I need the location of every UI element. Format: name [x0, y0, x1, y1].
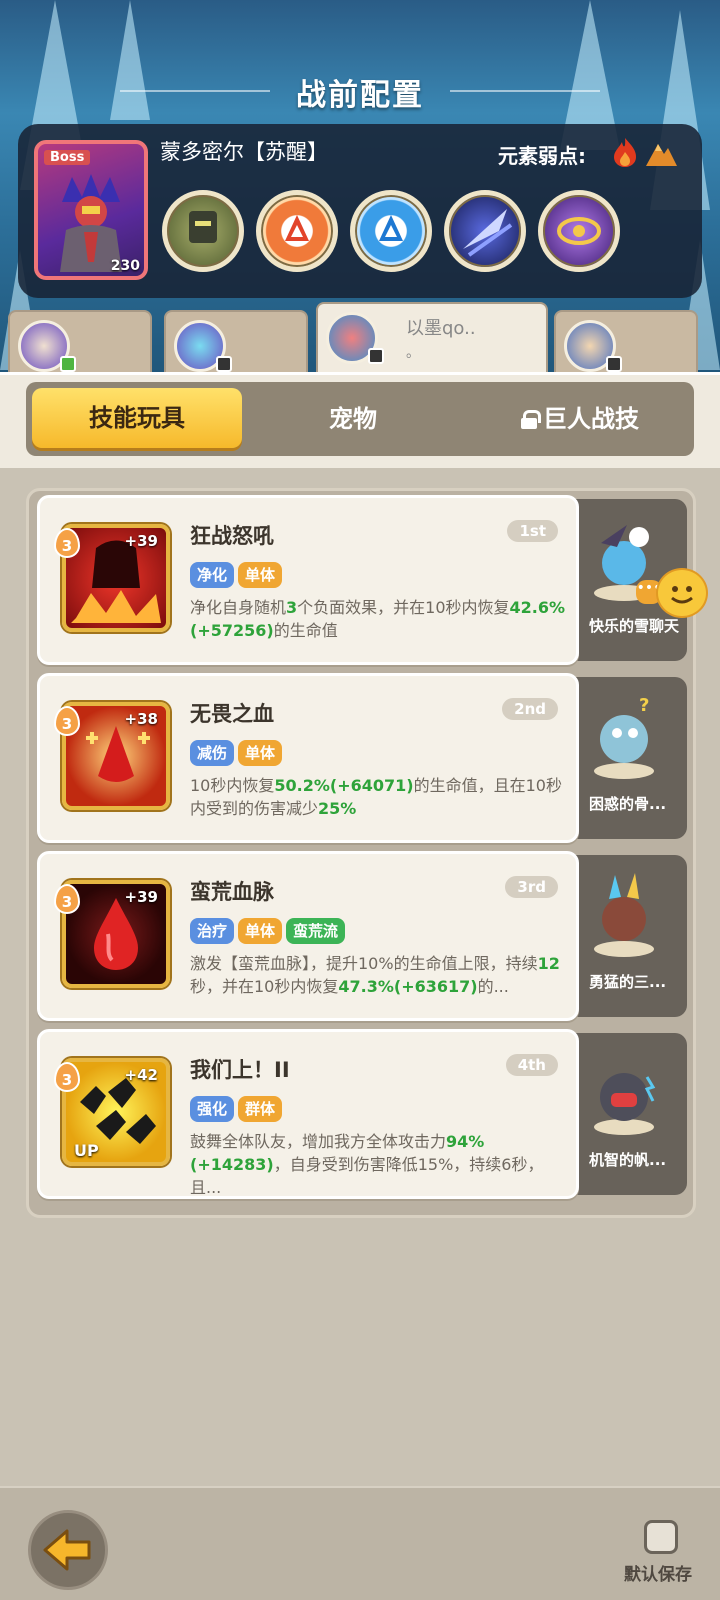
pet-slot[interactable]: ? 困惑的骨...	[561, 677, 687, 839]
rank-badge: 1st	[507, 520, 558, 542]
pet-slot[interactable]: 机智的帆...	[561, 1033, 687, 1195]
pet-figure-icon	[594, 1073, 656, 1135]
rank-badge: 2nd	[502, 698, 558, 720]
rank-badge: 3rd	[505, 876, 558, 898]
level-badge: 3	[54, 528, 80, 558]
chat-emoji-icon[interactable]	[656, 568, 708, 618]
pet-slot[interactable]: 勇猛的三...	[561, 855, 687, 1017]
hero-name: 以墨qo..	[406, 318, 476, 339]
pet-name: 勇猛的三...	[589, 973, 667, 991]
boss-portrait[interactable]: Boss 230	[34, 140, 148, 280]
fire-element-icon[interactable]	[256, 190, 338, 272]
hero-badge	[60, 356, 76, 372]
hero-tab-4[interactable]	[554, 310, 698, 378]
tab-skill-toys[interactable]: 技能玩具	[32, 388, 242, 448]
fire-icon	[614, 138, 636, 167]
page-title: 战前配置	[296, 78, 424, 113]
dark-slash-icon[interactable]	[444, 190, 526, 272]
back-button[interactable]	[28, 1510, 108, 1590]
arcane-eye-icon[interactable]	[538, 190, 620, 272]
skill-list: 快乐的雪聊天 3 +39 狂战怒吼 1st 净化 单体 净化自身随机3个负面效果，…	[26, 488, 696, 1218]
bonus-level: +39	[124, 532, 158, 550]
weakness-label: 元素弱点:	[498, 144, 586, 168]
skill-name: 无畏之血	[190, 702, 274, 726]
back-arrow-icon	[43, 1529, 91, 1571]
tag: 单体	[238, 562, 283, 588]
pet-name: 困惑的骨...	[589, 795, 667, 813]
lock-icon	[521, 410, 541, 429]
hero-badge	[368, 348, 384, 364]
tag: 蛮荒流	[286, 918, 346, 944]
level-badge: 3	[54, 706, 80, 736]
skill-tags: 减伤 单体	[190, 740, 286, 766]
skill-card[interactable]: 3 +38 无畏之血 2nd 减伤 单体 10秒内恢复50.2%(+64071)的…	[37, 673, 579, 843]
list-item[interactable]: 快乐的雪聊天 3 +39 狂战怒吼 1st 净化 单体 净化自身随机3个负面效果，…	[37, 495, 687, 665]
list-item[interactable]: 机智的帆... 3 +42 UP 我们上！II 4th 强化 群体 鼓舞全体队友，…	[37, 1029, 687, 1199]
tag: 单体	[238, 918, 283, 944]
skill-name: 狂战怒吼	[190, 524, 274, 548]
tag: 单体	[238, 740, 283, 766]
hero-tab-1[interactable]	[8, 310, 152, 378]
rank-badge: 4th	[505, 1054, 558, 1076]
hero-name-sub: 。	[406, 345, 420, 361]
skill-name: 我们上！II	[190, 1058, 290, 1082]
skill-tags: 净化 单体	[190, 562, 286, 588]
earth-icon	[646, 144, 677, 166]
boss-figure-icon	[60, 174, 122, 272]
skill-description: 激发【蛮荒血脉】，提升10%的生命值上限，持续12秒，并在10秒内恢复47.3%…	[190, 954, 560, 996]
bonus-level: +42	[124, 1066, 158, 1084]
skill-card[interactable]: 3 +42 UP 我们上！II 4th 强化 群体 鼓舞全体队友，增加我方全体攻击…	[37, 1029, 579, 1199]
stone-golem-icon[interactable]	[162, 190, 244, 272]
hero-badge	[216, 356, 232, 372]
tab-giant-skills-label: 巨人战技	[543, 405, 639, 433]
hero-tab-2[interactable]	[164, 310, 308, 378]
skill-tags: 治疗 单体 蛮荒流	[190, 918, 349, 944]
boss-level: 230	[110, 258, 140, 274]
skill-description: 10秒内恢复50.2%(+64071)的生命值，且在10秒内受到的伤害减少25%	[190, 776, 562, 818]
skill-name: 蛮荒血脉	[190, 880, 274, 904]
skill-card[interactable]: 3 +39 狂战怒吼 1st 净化 单体 净化自身随机3个负面效果，并在10秒内恢…	[37, 495, 579, 665]
pet-figure-icon	[594, 873, 654, 957]
tag: 强化	[190, 1096, 235, 1122]
tag: 治疗	[190, 918, 235, 944]
bonus-level: +38	[124, 710, 158, 728]
boss-name: 蒙多密尔【苏醒】	[160, 140, 328, 164]
skill-description: 鼓舞全体队友，增加我方全体攻击力94%(+14283)，自身受到伤害降低15%，…	[190, 1132, 544, 1196]
default-save-label: 默认保存	[624, 1565, 692, 1585]
pet-figure-icon: ?	[594, 695, 654, 779]
upgrade-badge: UP	[74, 1141, 99, 1160]
bottom-bar	[0, 1486, 720, 1600]
skill-card[interactable]: 3 +39 蛮荒血脉 3rd 治疗 单体 蛮荒流 激发【蛮荒血脉】，提升10%的生命…	[37, 851, 579, 1021]
tab-pets[interactable]: 宠物	[248, 382, 458, 456]
water-element-icon[interactable]	[350, 190, 432, 272]
svg-text:?: ?	[639, 695, 649, 716]
skill-tags: 强化 群体	[190, 1096, 286, 1122]
boss-panel: Boss 230 蒙多密尔【苏醒】 元素弱点:	[18, 124, 702, 298]
level-badge: 3	[54, 884, 80, 914]
list-item[interactable]: ? 困惑的骨... 3 +38 无畏之血 2nd 减伤 单体 10秒内恢复50.2…	[37, 673, 687, 843]
tag: 净化	[190, 562, 235, 588]
hero-tab-3[interactable]: 以墨qo.. 。	[316, 302, 548, 380]
pet-name: 快乐的雪聊天	[589, 617, 680, 635]
boss-tag: Boss	[44, 150, 91, 165]
list-item[interactable]: 勇猛的三... 3 +39 蛮荒血脉 3rd 治疗 单体 蛮荒流 激发【蛮荒血脉】，…	[37, 851, 687, 1021]
default-save-checkbox[interactable]	[644, 1520, 678, 1554]
tab-giant-skills[interactable]: 巨人战技	[470, 382, 690, 456]
pet-name: 机智的帆...	[589, 1151, 667, 1169]
skill-description: 净化自身随机3个负面效果，并在10秒内恢复42.6%(+57256)的生命值	[190, 598, 566, 640]
bonus-level: +39	[124, 888, 158, 906]
level-badge: 3	[54, 1062, 80, 1092]
tag: 群体	[238, 1096, 283, 1122]
hero-badge	[606, 356, 622, 372]
tag: 减伤	[190, 740, 235, 766]
category-tabs: 技能玩具 宠物 巨人战技	[26, 382, 694, 456]
